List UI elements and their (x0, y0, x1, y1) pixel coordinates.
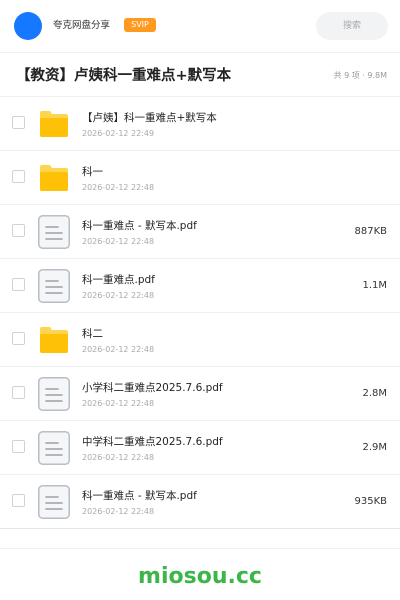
folder-icon (38, 107, 70, 141)
file-name: 【卢姨】科一重难点+默写本 (82, 112, 217, 124)
file-date: 2026-02-12 22:48 (82, 345, 155, 354)
file-name: 小学科二重难点2025.7.6.pdf (82, 382, 223, 394)
file-date: 2026-02-12 22:48 (82, 453, 155, 462)
search-input[interactable]: 搜索 (316, 12, 388, 40)
file-date: 2026-02-12 22:49 (82, 129, 155, 138)
file-name: 科一重难点 - 默写本.pdf (82, 490, 197, 502)
brand-watermark: miosou.cc (138, 564, 262, 589)
list-item[interactable]: 科一重难点.pdf 2026-02-12 22:48 1.1M (0, 259, 400, 313)
list-item[interactable]: 【卢姨】科一重难点+默写本 2026-02-12 22:49 (0, 97, 400, 151)
file-size: 2.9M (362, 442, 387, 453)
file-icon (38, 377, 70, 411)
file-size: 935KB (354, 496, 387, 507)
list-item[interactable]: 科一重难点 - 默写本.pdf 2026-02-12 22:48 935KB (0, 475, 400, 529)
share-title-bar: 【教资】卢姨科一重难点+默写本 共 9 项 · 9.8M (0, 53, 400, 97)
list-item[interactable]: 小学科二重难点2025.7.6.pdf 2026-02-12 22:48 2.8M (0, 367, 400, 421)
list-item[interactable]: 科一重难点 - 默写本.pdf 2026-02-12 22:48 887KB (0, 205, 400, 259)
file-list: 【卢姨】科一重难点+默写本 2026-02-12 22:49 科一 2026-02-1… (0, 97, 400, 529)
file-date: 2026-02-12 22:48 (82, 399, 155, 408)
row-checkbox[interactable] (12, 170, 25, 183)
file-name: 科一重难点 - 默写本.pdf (82, 220, 197, 232)
file-date: 2026-02-12 22:48 (82, 291, 155, 300)
row-checkbox[interactable] (12, 224, 25, 237)
list-item[interactable]: 科二 2026-02-12 22:48 (0, 313, 400, 367)
file-icon (38, 269, 70, 303)
folder-icon (38, 161, 70, 195)
file-date: 2026-02-12 22:48 (82, 507, 155, 516)
file-icon (38, 215, 70, 249)
file-icon (38, 431, 70, 465)
folder-icon (38, 323, 70, 357)
avatar[interactable] (14, 12, 42, 40)
header: 夸克网盘分享 SVIP 搜索 (0, 0, 400, 52)
file-size: 1.1M (362, 280, 387, 291)
row-checkbox[interactable] (12, 332, 25, 345)
svip-badge: SVIP (124, 18, 156, 32)
footer: miosou.cc (0, 548, 400, 600)
page-title: 【教资】卢姨科一重难点+默写本 (16, 68, 232, 84)
row-checkbox[interactable] (12, 278, 25, 291)
file-icon (38, 485, 70, 519)
share-meta: 共 9 项 · 9.8M (333, 71, 387, 80)
file-size: 2.8M (362, 388, 387, 399)
list-item[interactable]: 科一 2026-02-12 22:48 (0, 151, 400, 205)
list-item[interactable]: 中学科二重难点2025.7.6.pdf 2026-02-12 22:48 2.9M (0, 421, 400, 475)
row-checkbox[interactable] (12, 386, 25, 399)
file-name: 科一重难点.pdf (82, 274, 155, 286)
row-checkbox[interactable] (12, 494, 25, 507)
file-size: 887KB (354, 226, 387, 237)
file-name: 科二 (82, 328, 103, 340)
file-date: 2026-02-12 22:48 (82, 183, 155, 192)
row-checkbox[interactable] (12, 440, 25, 453)
file-date: 2026-02-12 22:48 (82, 237, 155, 246)
username: 夸克网盘分享 (53, 20, 111, 31)
row-checkbox[interactable] (12, 116, 25, 129)
file-name: 科一 (82, 166, 103, 178)
file-name: 中学科二重难点2025.7.6.pdf (82, 436, 223, 448)
